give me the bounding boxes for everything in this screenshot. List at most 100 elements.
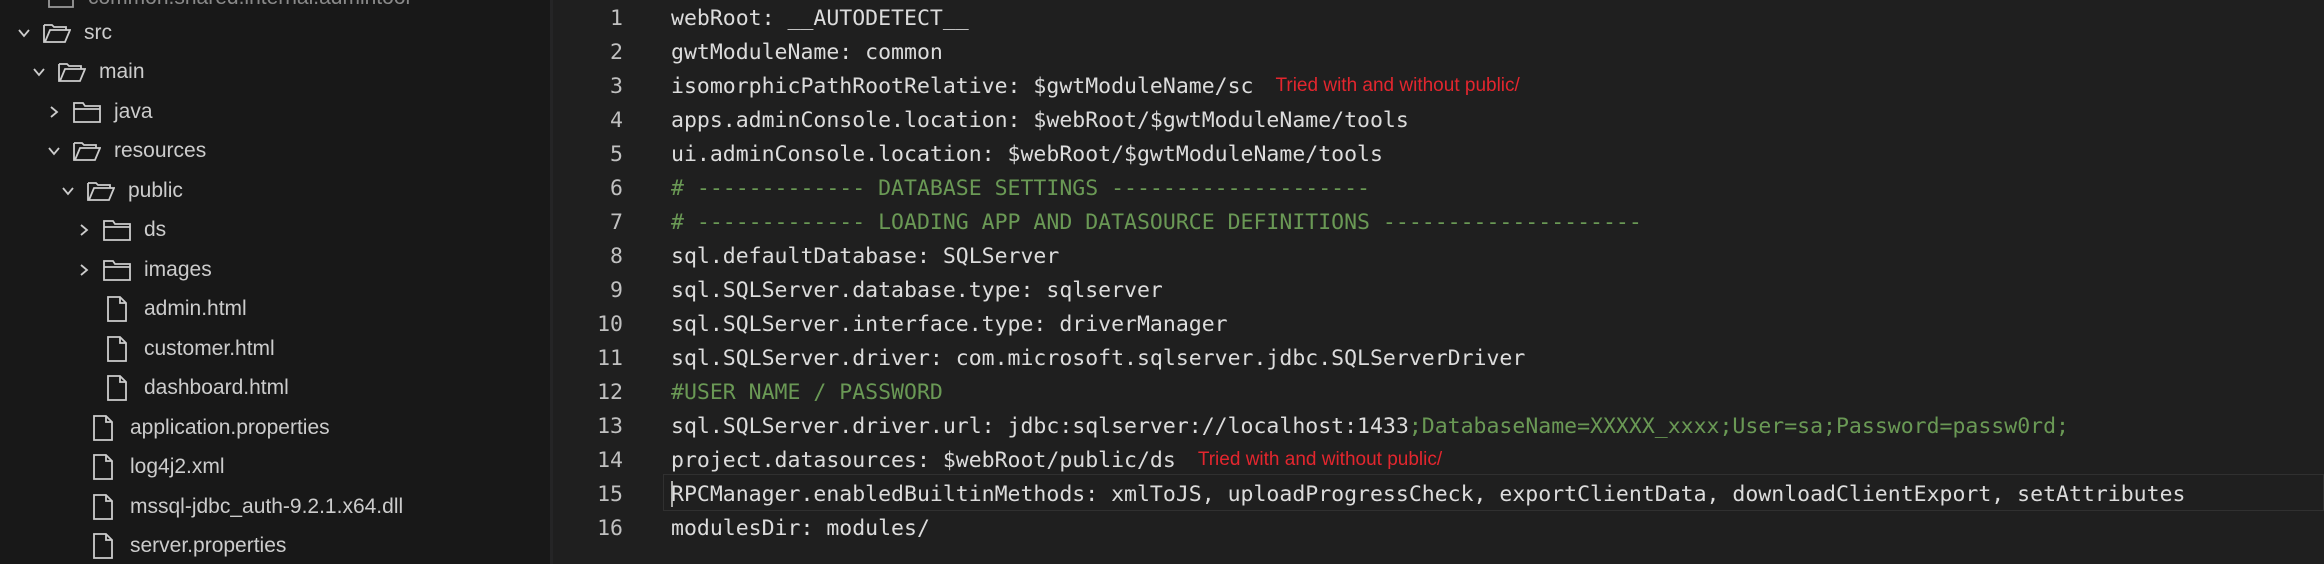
code-line[interactable]: 14 project.datasources: $webRoot/public/… <box>553 443 2324 477</box>
code-line[interactable]: 1 webRoot: __AUTODETECT__ <box>553 1 2324 35</box>
code-line[interactable]: 5 ui.adminConsole.location: $webRoot/$gw… <box>553 137 2324 171</box>
code-line[interactable]: 13 sql.SQLServer.driver.url: jdbc:sqlser… <box>553 409 2324 443</box>
code-comment: #USER NAME / PASSWORD <box>671 379 943 405</box>
code-line[interactable]: 2 gwtModuleName: common <box>553 35 2324 69</box>
code-text: webRoot: __AUTODETECT__ <box>671 5 969 31</box>
line-number: 16 <box>597 515 623 541</box>
code-text: RPCManager.enabledBuiltinMethods: xmlToJ… <box>671 481 2186 507</box>
chevron-down-icon[interactable] <box>58 181 78 201</box>
chevron-right-icon[interactable] <box>74 220 94 240</box>
line-number: 14 <box>597 447 623 473</box>
folder-icon <box>102 217 132 243</box>
tree-item-label: application.properties <box>130 415 330 439</box>
chevron-right-icon[interactable] <box>44 102 64 122</box>
line-number: 5 <box>610 141 623 167</box>
code-text: sql.SQLServer.interface.type: driverMana… <box>671 311 1228 337</box>
folder-open-icon <box>86 178 116 204</box>
tree-item-java[interactable]: java <box>0 92 550 132</box>
code-line[interactable]: 10 sql.SQLServer.interface.type: driverM… <box>553 307 2324 341</box>
file-icon <box>88 493 118 520</box>
line-number: 11 <box>597 345 623 371</box>
tree-item-dashboard-html[interactable]: dashboard.html <box>0 369 550 409</box>
file-icon <box>102 375 132 402</box>
code-editor[interactable]: 1 webRoot: __AUTODETECT__ 2 gwtModuleNam… <box>553 0 2324 564</box>
code-text: isomorphicPathRootRelative: $gwtModuleNa… <box>671 73 1254 99</box>
tree-item-server-properties[interactable]: server.properties <box>0 527 550 564</box>
tree-item-mssql-dll[interactable]: mssql-jdbc_auth-9.2.1.x64.dll <box>0 487 550 527</box>
folder-open-icon <box>42 20 72 46</box>
code-text: project.datasources: $webRoot/public/ds <box>671 447 1176 473</box>
code-line[interactable]: 6 # ------------- DATABASE SETTINGS ----… <box>553 171 2324 205</box>
code-text: sql.SQLServer.driver: com.microsoft.sqls… <box>671 345 1526 371</box>
code-line[interactable]: 7 # ------------- LOADING APP AND DATASO… <box>553 205 2324 239</box>
annotation-note: Tried with and without public/ <box>1197 449 1443 470</box>
file-icon <box>88 414 118 441</box>
tree-item-log4j2-xml[interactable]: log4j2.xml <box>0 448 550 488</box>
tree-item-label: server.properties <box>130 534 287 558</box>
tree-item-images[interactable]: images <box>0 250 550 290</box>
code-line[interactable]: 8 sql.defaultDatabase: SQLServer <box>553 239 2324 273</box>
line-number: 1 <box>610 5 623 31</box>
tree-item-label: mssql-jdbc_auth-9.2.1.x64.dll <box>130 494 404 518</box>
file-icon <box>102 296 132 323</box>
tree-item-label: public <box>128 178 183 202</box>
line-number: 9 <box>610 277 623 303</box>
code-line[interactable]: 11 sql.SQLServer.driver: com.microsoft.s… <box>553 341 2324 375</box>
code-text: sql.SQLServer.driver.url: jdbc:sqlserver… <box>671 413 1409 439</box>
line-number: 3 <box>610 73 623 99</box>
tree-item-label: common.shared.internal.admintool <box>88 0 410 10</box>
code-line[interactable]: 3 isomorphicPathRootRelative: $gwtModule… <box>553 69 2324 103</box>
code-text: sql.defaultDatabase: SQLServer <box>671 243 1060 269</box>
folder-open-icon <box>57 59 87 85</box>
annotation-note: Tried with and without public/ <box>1275 75 1520 96</box>
code-line[interactable]: 16 modulesDir: modules/ <box>553 511 2324 545</box>
tree-item-label: customer.html <box>144 336 275 360</box>
code-text: modulesDir: modules/ <box>671 515 930 541</box>
tree-item-label: ds <box>144 218 167 242</box>
chevron-down-icon[interactable] <box>14 23 34 43</box>
line-number: 7 <box>610 209 623 235</box>
line-number: 13 <box>597 413 623 439</box>
chevron-right-icon[interactable] <box>74 260 94 280</box>
line-number: 12 <box>597 379 623 405</box>
code-text: ui.adminConsole.location: $webRoot/$gwtM… <box>671 141 1383 167</box>
tree-item-label: admin.html <box>144 297 247 321</box>
code-line[interactable]: 4 apps.adminConsole.location: $webRoot/$… <box>553 103 2324 137</box>
line-number: 6 <box>610 175 623 201</box>
tree-item-application-properties[interactable]: application.properties <box>0 408 550 448</box>
tree-item-label: main <box>99 60 145 84</box>
code-comment: ;DatabaseName=XXXXX_xxxx;User=sa;Passwor… <box>1408 413 2069 439</box>
line-number: 2 <box>610 39 623 65</box>
tree-item-customer-html[interactable]: customer.html <box>0 329 550 369</box>
tree-item-public[interactable]: public <box>0 171 550 211</box>
tree-item-src[interactable]: src <box>0 13 550 53</box>
tree-item-ds[interactable]: ds <box>0 211 550 251</box>
tree-item-resources[interactable]: resources <box>0 132 550 172</box>
code-line[interactable]: 12 #USER NAME / PASSWORD <box>553 375 2324 409</box>
line-number: 4 <box>610 107 623 133</box>
chevron-down-icon[interactable] <box>29 62 49 82</box>
explorer-sidebar: common.shared.internal.admintool src mai… <box>0 0 550 564</box>
tree-item-label: dashboard.html <box>144 376 289 400</box>
chevron-down-icon[interactable] <box>44 141 64 161</box>
file-icon <box>88 533 118 560</box>
tree-item-label: resources <box>114 139 207 163</box>
tree-item-label: images <box>144 257 212 281</box>
line-number: 15 <box>597 481 623 507</box>
line-number: 8 <box>610 243 623 269</box>
folder-open-icon <box>72 138 102 164</box>
code-comment: # ------------- DATABASE SETTINGS ------… <box>671 175 1370 201</box>
folder-icon <box>102 257 132 283</box>
folder-icon <box>72 99 102 125</box>
code-comment: # ------------- LOADING APP AND DATASOUR… <box>671 209 1642 235</box>
tree-item-label: log4j2.xml <box>130 455 225 479</box>
code-text: gwtModuleName: common <box>671 39 943 65</box>
file-icon <box>88 454 118 481</box>
code-line[interactable]: 9 sql.SQLServer.database.type: sqlserver <box>553 273 2324 307</box>
folder-icon <box>46 0 76 11</box>
code-text: apps.adminConsole.location: $webRoot/$gw… <box>671 107 1409 133</box>
tree-item-admin-html[interactable]: admin.html <box>0 290 550 330</box>
code-line[interactable]: 15 RPCManager.enabledBuiltinMethods: xml… <box>553 477 2324 511</box>
tree-item-main[interactable]: main <box>0 53 550 93</box>
tree-item-label: java <box>114 99 153 123</box>
